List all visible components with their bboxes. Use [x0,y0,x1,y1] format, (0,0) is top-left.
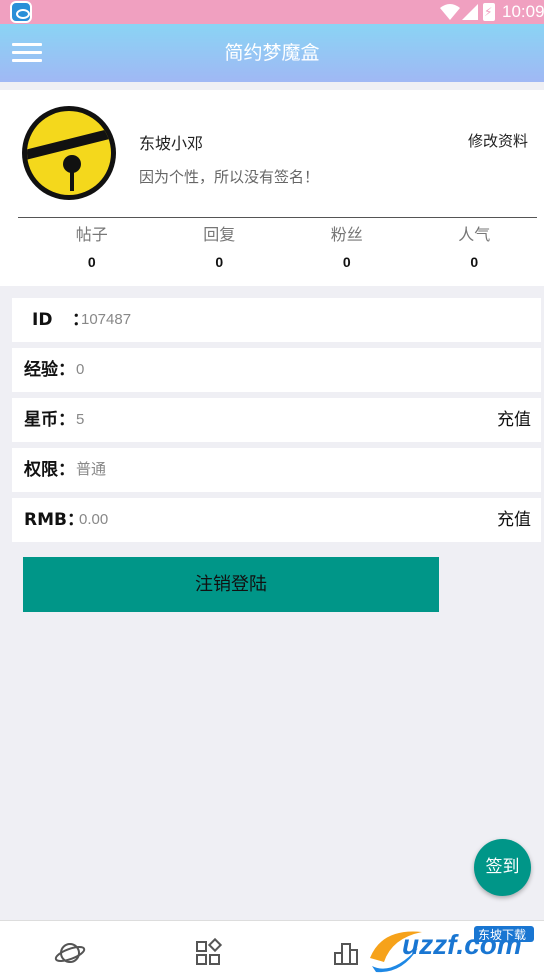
stat-label: 粉丝 [330,225,363,244]
info-value: 5 [76,411,85,428]
stat-replies[interactable]: 回复 0 [156,222,284,278]
app-bar: 简约梦魔盒 [0,24,544,82]
app-title: 简约梦魔盒 [224,42,320,64]
divider [18,217,537,218]
info-value: 107487 [81,311,132,328]
signal-icon [462,4,478,20]
ranking-chart-icon[interactable] [326,933,366,973]
info-key: RMB： [24,510,84,530]
planet-icon[interactable] [50,933,90,973]
info-row-coins: 星币： 5 充值 [12,398,541,442]
username: 东坡小邓 [139,134,204,153]
stat-posts[interactable]: 帖子 0 [28,222,156,278]
recharge-coins-button[interactable]: 充值 [497,398,531,442]
status-time: 10:09 [502,2,544,21]
info-value: 0 [76,361,85,378]
stat-value: 0 [215,254,224,270]
menu-icon[interactable] [12,40,46,66]
profile-card: 东坡小邓 因为个性，所以没有签名！ 修改资料 帖子 0 回复 0 粉丝 0 人气… [0,90,544,286]
stat-fans[interactable]: 粉丝 0 [283,222,411,278]
info-row-exp: 经验： 0 [12,348,541,392]
info-key: 权限： [24,460,75,480]
info-row-rmb: RMB： 0.00 充值 [12,498,541,542]
stat-label: 回复 [203,225,236,244]
apps-grid-icon[interactable] [188,933,228,973]
stat-label: 人气 [458,225,491,244]
wifi-icon [440,4,460,20]
app-notification-icon [10,1,32,23]
svg-text:东坡下载: 东坡下载 [478,928,526,942]
info-row-permission: 权限： 普通 [12,448,541,492]
battery-charging-icon [483,3,495,21]
recharge-rmb-button[interactable]: 充值 [497,498,531,542]
stat-value: 0 [342,254,351,270]
info-value: 普通 [76,461,107,478]
stat-value: 0 [87,254,96,270]
avatar[interactable] [22,106,116,200]
status-bar: 10:09 [0,0,544,24]
signin-button[interactable]: 签到 [474,839,531,896]
logout-button[interactable]: 注销登陆 [23,557,439,612]
uzzf-watermark-logo: uzzf.com 东坡下载 [370,926,534,973]
info-value: 0.00 [79,511,109,528]
info-row-id: ID ： 107487 [12,298,541,342]
stat-value: 0 [470,254,479,270]
info-key: 经验： [24,360,75,380]
bell-icon [27,111,111,195]
edit-profile-link[interactable]: 修改资料 [468,130,528,151]
stats-row: 帖子 0 回复 0 粉丝 0 人气 0 [28,222,538,278]
stat-popularity[interactable]: 人气 0 [411,222,539,278]
stat-label: 帖子 [75,225,108,244]
signature: 因为个性，所以没有签名！ [139,168,320,186]
info-key: 星币： [24,410,75,430]
info-key: ID [32,310,53,330]
